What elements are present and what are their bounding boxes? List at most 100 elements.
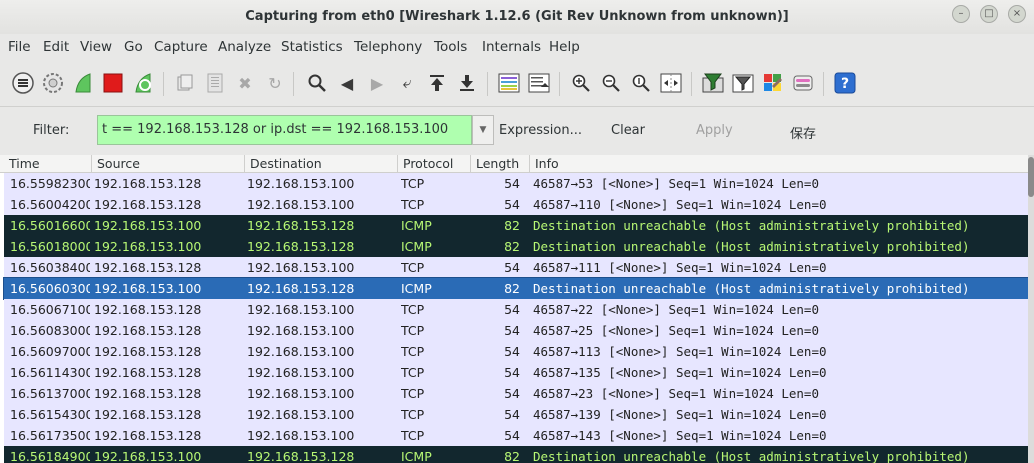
column-header-destination[interactable]: Destination: [245, 155, 398, 172]
go-to-packet-icon[interactable]: ⤶: [395, 71, 419, 95]
expression-button[interactable]: Expression...: [499, 123, 582, 138]
apply-button[interactable]: Apply: [696, 123, 733, 138]
destination-cell: 192.168.153.100: [247, 407, 355, 422]
protocol-cell: TCP: [401, 407, 425, 422]
info-cell: 46587→135 [<None>] Seq=1 Win=1024 Len=0: [533, 365, 827, 380]
display-filters-icon[interactable]: [731, 71, 755, 95]
zoom-normal-icon[interactable]: [629, 71, 653, 95]
find-packet-icon[interactable]: [305, 71, 329, 95]
source-cell: 192.168.153.128: [94, 260, 202, 275]
info-cell: 46587→22 [<None>] Seq=1 Win=1024 Len=0: [533, 302, 819, 317]
restart-capture-icon[interactable]: [131, 71, 155, 95]
autoscroll-icon[interactable]: [527, 71, 551, 95]
scrollbar-thumb[interactable]: [1028, 157, 1034, 197]
time-cell: 16.56067100: [10, 302, 90, 317]
stop-capture-icon[interactable]: [101, 71, 125, 95]
packet-list[interactable]: Time Source Destination Protocol Length …: [0, 155, 1028, 463]
table-row[interactable]: 16.55982300 192.168.153.128 192.168.153.10…: [4, 173, 1028, 194]
menu-tools[interactable]: Tools: [434, 39, 467, 55]
menu-edit[interactable]: Edit: [43, 39, 69, 55]
table-row[interactable]: 16.56184900 192.168.153.100 192.168.153.12…: [4, 446, 1028, 463]
source-cell: 192.168.153.128: [94, 197, 202, 212]
interfaces-list-icon[interactable]: [11, 71, 35, 95]
column-header-time[interactable]: Time: [4, 155, 92, 172]
destination-cell: 192.168.153.100: [247, 176, 355, 191]
info-cell: 46587→111 [<None>] Seq=1 Win=1024 Len=0: [533, 260, 827, 275]
colorize-icon[interactable]: [497, 71, 521, 95]
column-header-length[interactable]: Length: [471, 155, 530, 172]
start-capture-icon[interactable]: [71, 71, 95, 95]
save-filter-button[interactable]: 保存: [790, 123, 816, 142]
destination-cell: 192.168.153.100: [247, 260, 355, 275]
column-header-protocol[interactable]: Protocol: [398, 155, 471, 172]
filter-dropdown-icon[interactable]: ▼: [472, 115, 494, 145]
menu-capture[interactable]: Capture: [154, 39, 208, 55]
source-cell: 192.168.153.128: [94, 302, 202, 317]
table-row[interactable]: 16.56018000 192.168.153.100 192.168.153.12…: [4, 236, 1028, 257]
preferences-icon[interactable]: [791, 71, 815, 95]
table-row[interactable]: 16.56173500 192.168.153.128 192.168.153.10…: [4, 425, 1028, 446]
go-last-packet-icon[interactable]: [455, 71, 479, 95]
save-file-icon[interactable]: [203, 71, 227, 95]
coloring-rules-icon[interactable]: [761, 71, 785, 95]
time-cell: 16.56184900: [10, 449, 90, 463]
menu-file[interactable]: File: [8, 39, 31, 55]
zoom-in-icon[interactable]: [569, 71, 593, 95]
menu-view[interactable]: View: [80, 39, 112, 55]
table-row[interactable]: 16.56060300 192.168.153.100 192.168.153.12…: [3, 277, 1028, 300]
table-row[interactable]: 16.56083000 192.168.153.128 192.168.153.10…: [4, 320, 1028, 341]
info-cell: 46587→143 [<None>] Seq=1 Win=1024 Len=0: [533, 428, 827, 443]
go-first-packet-icon[interactable]: [425, 71, 449, 95]
protocol-cell: ICMP: [401, 449, 432, 463]
reload-icon[interactable]: ↻: [263, 71, 287, 95]
minimize-icon[interactable]: –: [952, 5, 970, 23]
packet-list-scrollbar[interactable]: [1028, 155, 1034, 463]
time-cell: 16.56154300: [10, 407, 90, 422]
time-cell: 16.56060300: [10, 281, 90, 296]
menu-telephony[interactable]: Telephony: [354, 39, 422, 55]
source-cell: 192.168.153.128: [94, 176, 202, 191]
go-forward-icon[interactable]: ▶: [365, 71, 389, 95]
close-file-icon[interactable]: ✖: [233, 71, 257, 95]
table-row[interactable]: 16.56067100 192.168.153.128 192.168.153.10…: [4, 299, 1028, 320]
length-cell: 54: [504, 302, 520, 317]
table-row[interactable]: 16.56004200 192.168.153.128 192.168.153.10…: [4, 194, 1028, 215]
title-bar: Capturing from eth0 [Wireshark 1.12.6 (G…: [0, 0, 1034, 34]
length-cell: 54: [504, 260, 520, 275]
table-row[interactable]: 16.56016600 192.168.153.100 192.168.153.12…: [4, 215, 1028, 236]
column-header-source[interactable]: Source: [92, 155, 245, 172]
table-row[interactable]: 16.56097000 192.168.153.128 192.168.153.10…: [4, 341, 1028, 362]
filter-toolbar: Filter: t == 192.168.153.128 or ip.dst =…: [0, 107, 1034, 155]
table-row[interactable]: 16.56114300 192.168.153.128 192.168.153.10…: [4, 362, 1028, 383]
go-back-icon[interactable]: ◀: [335, 71, 359, 95]
zoom-out-icon[interactable]: [599, 71, 623, 95]
table-row[interactable]: 16.56154300 192.168.153.128 192.168.153.10…: [4, 404, 1028, 425]
open-file-icon[interactable]: [173, 71, 197, 95]
table-row[interactable]: 16.56038400 192.168.153.128 192.168.153.10…: [4, 257, 1028, 278]
info-cell: 46587→53 [<None>] Seq=1 Win=1024 Len=0: [533, 176, 819, 191]
table-row[interactable]: 16.56137000 192.168.153.128 192.168.153.10…: [4, 383, 1028, 404]
menu-help[interactable]: Help: [549, 39, 580, 55]
resize-columns-icon[interactable]: [659, 71, 683, 95]
maximize-icon[interactable]: □: [980, 5, 998, 23]
time-cell: 16.56137000: [10, 386, 90, 401]
protocol-cell: TCP: [401, 260, 425, 275]
menu-analyze[interactable]: Analyze: [218, 39, 271, 55]
length-cell: 54: [504, 386, 520, 401]
info-cell: 46587→113 [<None>] Seq=1 Win=1024 Len=0: [533, 344, 827, 359]
window-title: Capturing from eth0 [Wireshark 1.12.6 (G…: [245, 9, 789, 24]
menu-internals[interactable]: Internals: [482, 39, 541, 55]
help-icon[interactable]: ?: [833, 71, 857, 95]
clear-button[interactable]: Clear: [611, 123, 645, 138]
menu-go[interactable]: Go: [124, 39, 143, 55]
destination-cell: 192.168.153.100: [247, 386, 355, 401]
display-filter-input[interactable]: t == 192.168.153.128 or ip.dst == 192.16…: [97, 115, 472, 145]
destination-cell: 192.168.153.128: [247, 218, 355, 233]
destination-cell: 192.168.153.100: [247, 344, 355, 359]
source-cell: 192.168.153.128: [94, 407, 202, 422]
column-header-info[interactable]: Info: [530, 155, 1028, 172]
capture-filters-icon[interactable]: [701, 71, 725, 95]
capture-options-icon[interactable]: [41, 71, 65, 95]
close-icon[interactable]: ×: [1008, 5, 1026, 23]
menu-statistics[interactable]: Statistics: [281, 39, 343, 55]
